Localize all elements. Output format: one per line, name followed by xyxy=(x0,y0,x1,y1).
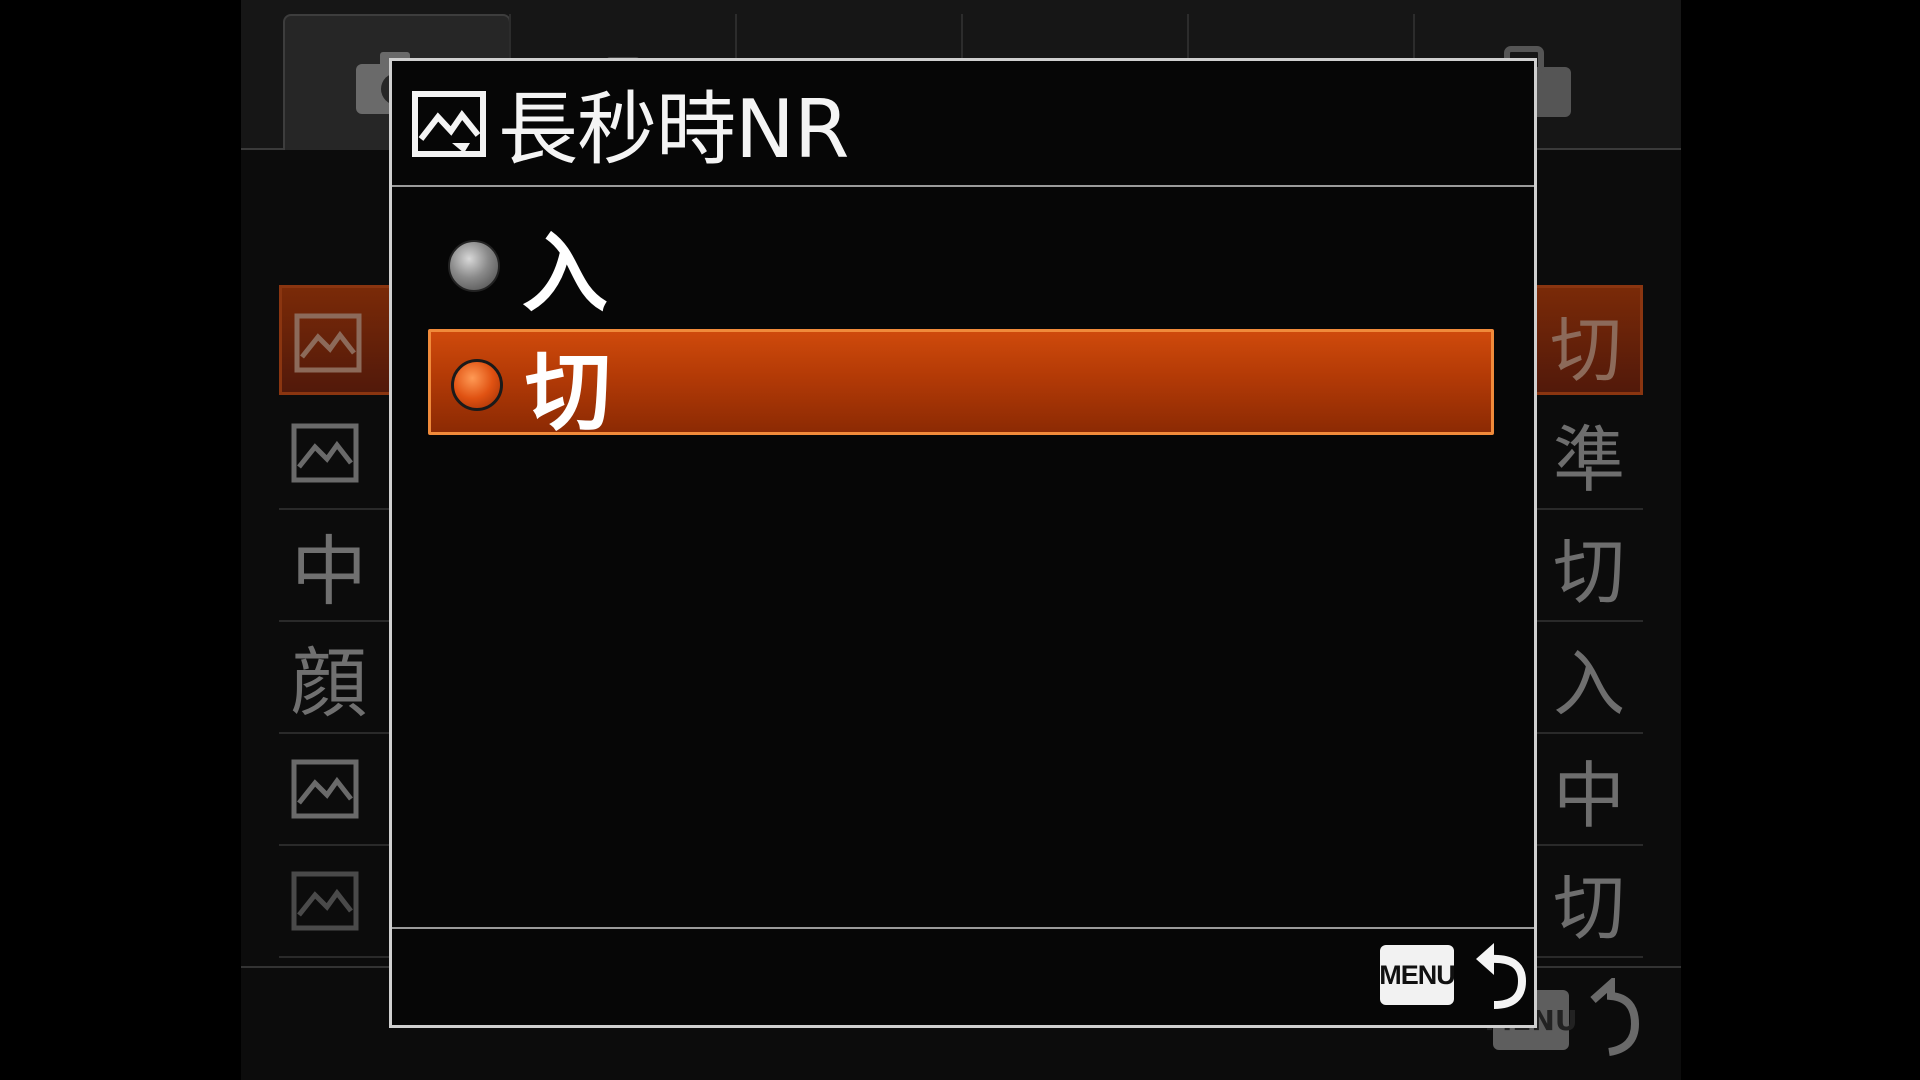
return-arrow-icon[interactable] xyxy=(1581,978,1641,1058)
radio-button-selected[interactable] xyxy=(451,359,503,411)
return-arrow-icon[interactable] xyxy=(1470,941,1528,1011)
picture-effect-icon xyxy=(291,871,359,931)
dialog-footer: MENU xyxy=(392,927,1534,1027)
bg-row-icon xyxy=(294,298,362,388)
dialog-header: 長秒時NR xyxy=(392,61,1534,187)
picture-effect-icon xyxy=(294,313,362,373)
bg-row-value: 切 xyxy=(1549,307,1622,392)
long-exposure-nr-dialog: 長秒時NR 入 切 MENU xyxy=(389,58,1537,1028)
picture-effect-icon xyxy=(291,759,359,819)
option-label: 切 xyxy=(525,342,611,443)
option-off[interactable]: 切 xyxy=(428,329,1494,443)
bg-row-value: 中 xyxy=(1552,753,1625,838)
bg-row-value: 切 xyxy=(1552,529,1625,614)
option-label: 入 xyxy=(522,223,608,324)
menu-button[interactable]: MENU xyxy=(1379,945,1456,1005)
bg-row-icon xyxy=(291,856,359,946)
dialog-title: 長秒時NR xyxy=(498,83,849,176)
bg-row-value: 準 xyxy=(1552,417,1625,502)
bg-row-value: 切 xyxy=(1552,865,1625,950)
radio-button-unselected[interactable] xyxy=(448,240,500,292)
option-on[interactable]: 入 xyxy=(428,213,1494,324)
picture-effect-icon xyxy=(291,423,359,483)
camera-screen: 切 準 中 切 顔 入 中 切 長秒時NR 入 切 MENU xyxy=(0,0,1920,1080)
bg-row-value: 入 xyxy=(1552,641,1625,726)
picture-effect-icon xyxy=(412,91,486,157)
bg-row-icon xyxy=(291,744,359,834)
bg-row-label: 顔 xyxy=(291,639,367,728)
bg-row-label: 中 xyxy=(291,527,367,616)
bg-row-icon xyxy=(291,408,359,498)
